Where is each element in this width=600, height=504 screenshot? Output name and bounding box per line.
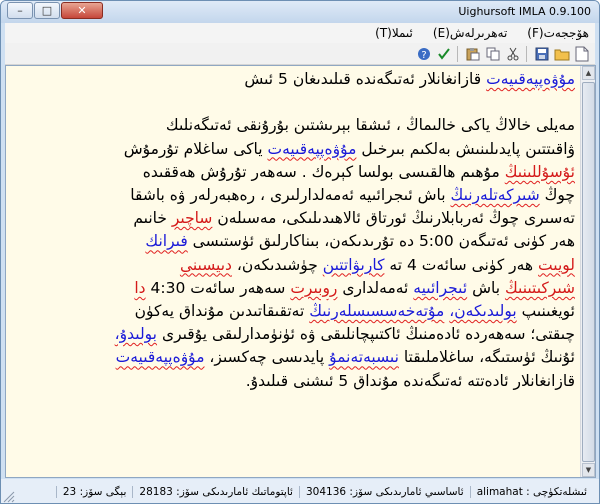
new-document-icon[interactable]: [573, 45, 591, 63]
help-icon[interactable]: ?: [415, 45, 433, 63]
scroll-down-icon[interactable]: ▼: [582, 463, 595, 477]
text-line: تەسىرى چوڭ ئەربابلارنىڭ ئورتاق ئالاھىدىل…: [133, 209, 575, 228]
toolbar-separator: [457, 45, 458, 62]
copy-icon[interactable]: [484, 45, 502, 63]
status-bar: ئىشلەتكۈچى : alimahat ئاساسىي ئامارىدىكى…: [1, 479, 599, 503]
svg-text:?: ?: [421, 50, 426, 61]
open-folder-icon[interactable]: [553, 45, 571, 63]
text-line: مۇۋەپپەقىيەت قازانغانلار ئەتىگەندە قىلىد…: [244, 70, 575, 88]
text-line: چىقتى؛ سەھەردە ئادەمنىڭ ئاكتىپچانلىقى ۋە…: [114, 325, 575, 344]
spellcheck-icon[interactable]: [435, 45, 453, 63]
window-title: Uighursoft IMLA 0.9.100: [458, 5, 591, 18]
menu-bar: ھۆججەت(F) تەھرىرلەش(E) ئىملا(T): [5, 23, 595, 43]
status-known-words: ئاپتوماتىك ئامارىدىكى سۆز: 28183: [132, 486, 299, 498]
save-icon[interactable]: [533, 45, 551, 63]
text-line: چوڭ شىركەتلەرنىڭ باش ئىجرائىيە ئەمەلدارل…: [130, 186, 575, 205]
maximize-button[interactable]: □: [34, 2, 60, 19]
text-line: [14, 91, 575, 114]
close-button[interactable]: ✕: [61, 2, 103, 19]
document-text[interactable]: مۇۋەپپەقىيەت قازانغانلار ئەتىگەندە قىلىد…: [6, 66, 581, 477]
text-line: ئۇسۇللىنىڭ مۇھىم ھالقىسى بولسا كېرەك . س…: [142, 162, 575, 181]
text-line: ۋاقىتتىن پايدىلىنىش بەلكىم بىرخىل مۇۋەپپ…: [123, 139, 575, 158]
toolbar-separator: [526, 45, 527, 62]
toolbar: ?: [5, 43, 595, 65]
app-window: – □ ✕ Uighursoft IMLA 0.9.100 ھۆججەت(F) …: [0, 0, 600, 504]
minimize-button[interactable]: –: [7, 2, 33, 19]
cut-icon[interactable]: [504, 45, 522, 63]
title-bar[interactable]: – □ ✕ Uighursoft IMLA 0.9.100: [1, 1, 599, 23]
resize-grip-icon[interactable]: [3, 491, 15, 503]
vertical-scrollbar[interactable]: ▲ ▼: [580, 66, 595, 477]
text-line: شىركىتىنىڭ باش ئىجرائىيە ئەمەلدارى روبىر…: [134, 278, 575, 297]
status-total-words: ئاساسىي ئامارىدىكى سۆز: 304136: [298, 486, 470, 498]
menu-spelling[interactable]: ئىملا(T): [375, 26, 413, 40]
text-line: ئويغىنىپ بولىدىكەن، مۇتەخەسسىسلەرنىڭ تەت…: [134, 302, 575, 321]
text-line: قازانغانلار ئادەتتە ئەتىگەندە مۇنداق 5 ئ…: [245, 371, 575, 390]
text-line: ھەر كۈنى ئەتىگەن 5:00 دە تۇرىدىكەن، بىنا…: [145, 232, 575, 251]
window-controls: – □ ✕: [7, 2, 104, 19]
scroll-thumb[interactable]: [582, 82, 595, 462]
menu-edit[interactable]: تەھرىرلەش(E): [433, 26, 507, 40]
status-user: ئىشلەتكۈچى : alimahat: [469, 486, 593, 498]
text-line: مەيلى خالاڭ ياكى خالىماڭ ، ئىشقا بېرىشتى…: [165, 116, 575, 135]
document-editor[interactable]: مۇۋەپپەقىيەت قازانغانلار ئەتىگەندە قىلىد…: [5, 65, 596, 478]
menu-file[interactable]: ھۆججەت(F): [527, 26, 589, 40]
text-line: ئۇنىڭ ئۈستىگە، ساغلاملىقتا نىسبەتەنمۇ پا…: [115, 348, 575, 367]
scroll-up-icon[interactable]: ▲: [582, 66, 595, 80]
text-line: لويىت ھەر كۈنى سائەت 4 تە كارىۋاتتىن چۈش…: [179, 255, 575, 274]
paste-icon[interactable]: [464, 45, 482, 63]
status-current-words: بېگى سۆز: 23: [55, 486, 133, 498]
